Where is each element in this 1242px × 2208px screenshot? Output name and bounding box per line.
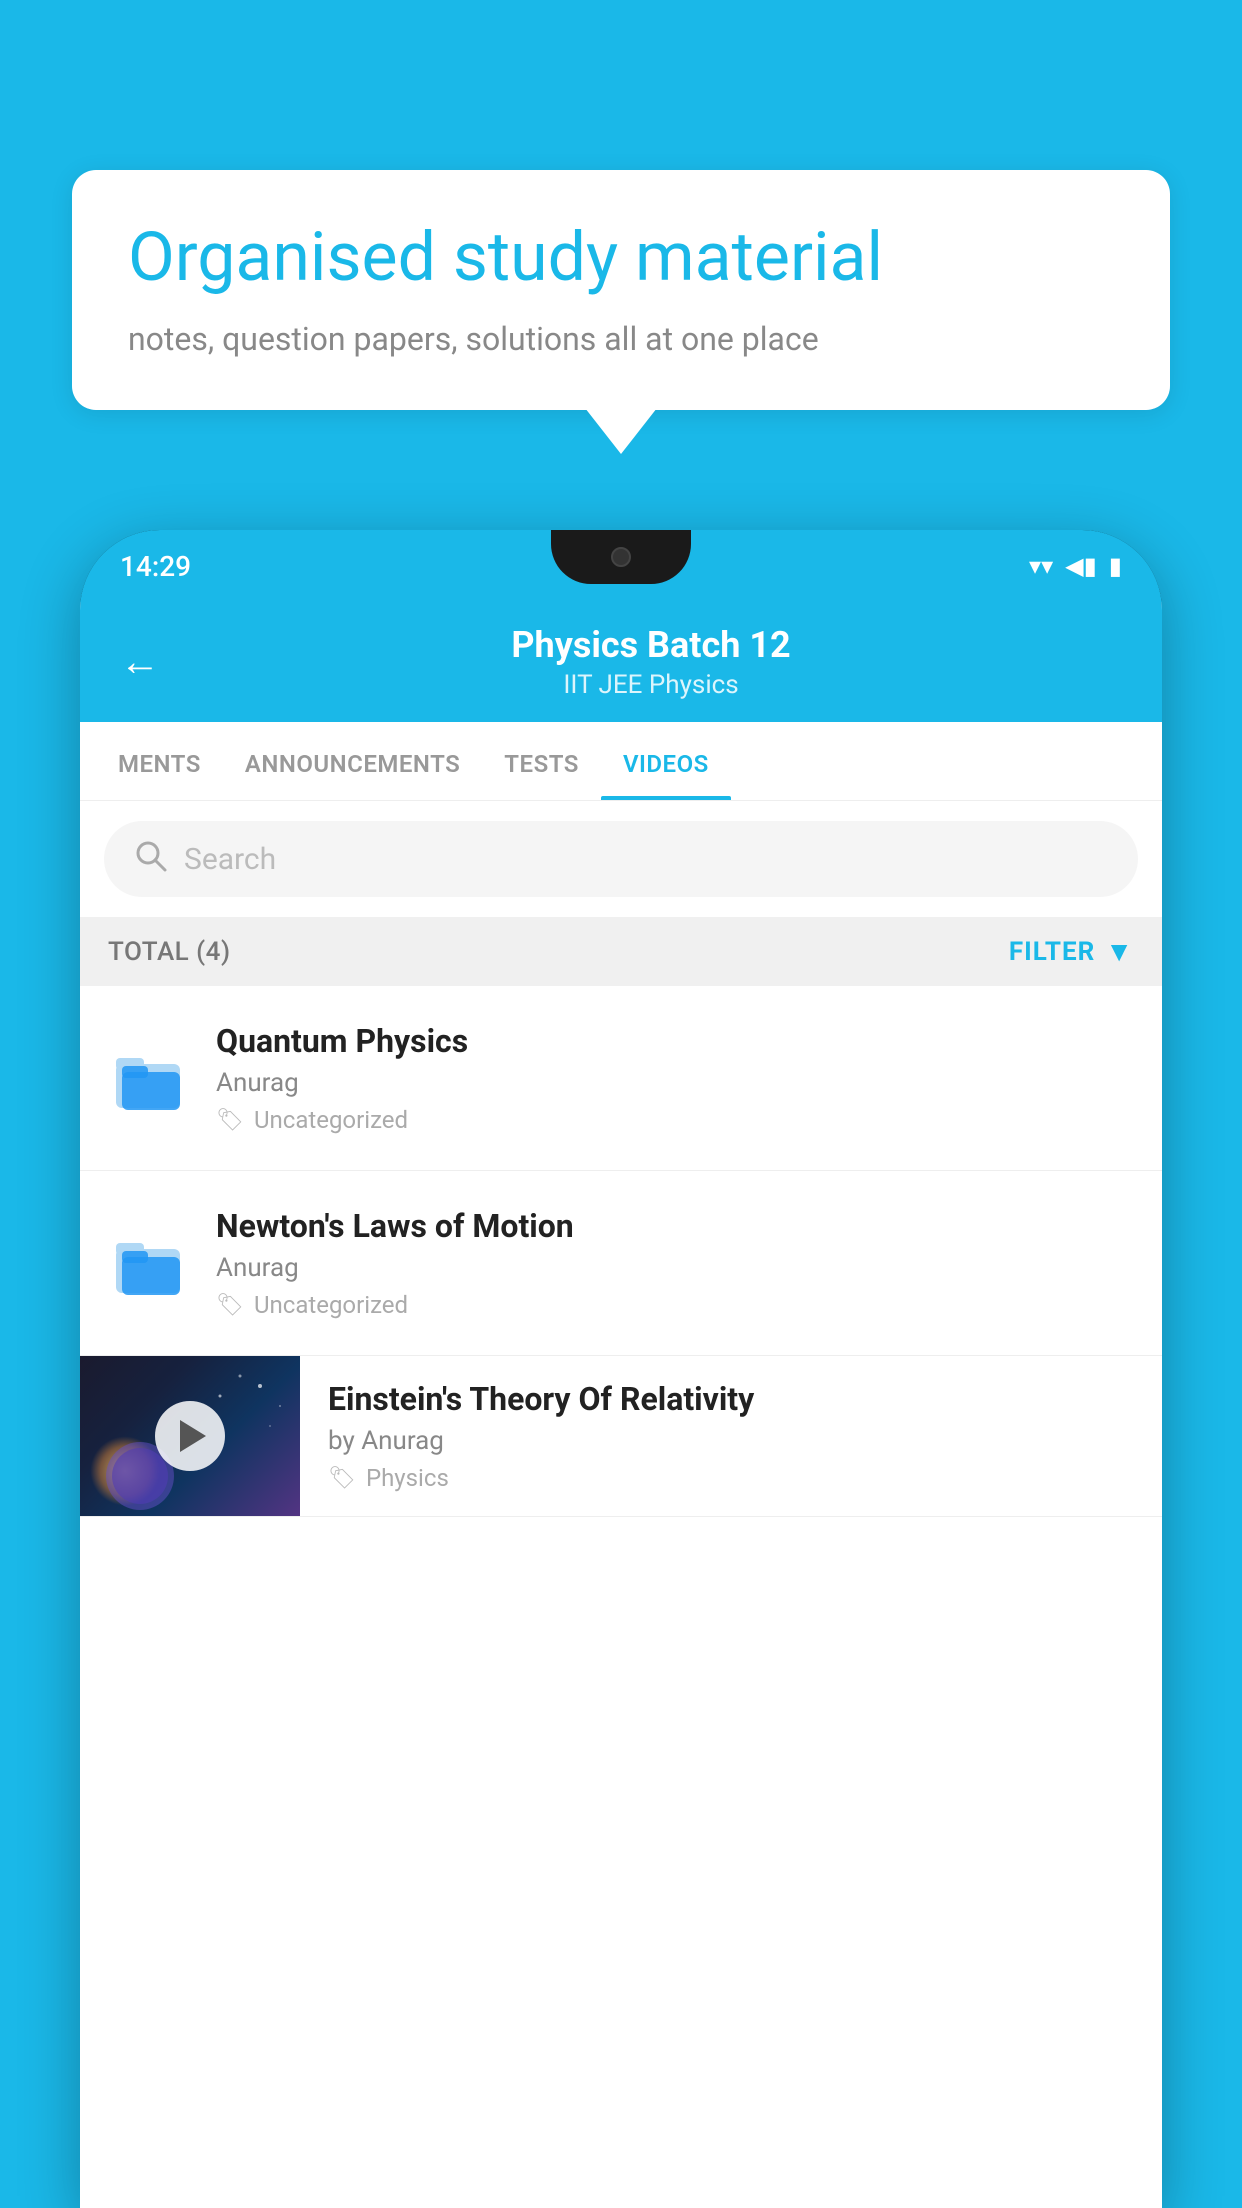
item-title: Quantum Physics bbox=[216, 1022, 1134, 1060]
item-tag: 🏷 Uncategorized bbox=[216, 1106, 1134, 1134]
battery-icon: ▮ bbox=[1109, 552, 1122, 580]
tag-icon: 🏷 bbox=[216, 1293, 244, 1318]
folder-icon bbox=[108, 1218, 188, 1308]
tab-ments[interactable]: MENTS bbox=[96, 722, 223, 800]
status-time: 14:29 bbox=[120, 550, 191, 583]
tab-bar: MENTS ANNOUNCEMENTS TESTS VIDEOS bbox=[80, 722, 1162, 801]
signal-icon: ◀▮ bbox=[1065, 552, 1097, 580]
tag-icon: 🏷 bbox=[216, 1108, 244, 1133]
app-header: ← Physics Batch 12 IIT JEE Physics bbox=[80, 602, 1162, 722]
tab-tests[interactable]: TESTS bbox=[482, 722, 601, 800]
video-tag: 🏷 Physics bbox=[328, 1464, 1134, 1492]
wifi-icon: ▾▾ bbox=[1029, 552, 1053, 580]
search-icon bbox=[134, 839, 168, 879]
phone-screen: ← Physics Batch 12 IIT JEE Physics MENTS… bbox=[80, 602, 1162, 2208]
folder-icon bbox=[108, 1033, 188, 1123]
list-item[interactable]: Quantum Physics Anurag 🏷 Uncategorized bbox=[80, 986, 1162, 1171]
video-list-item[interactable]: Einstein's Theory Of Relativity by Anura… bbox=[80, 1356, 1162, 1517]
phone-notch bbox=[551, 530, 691, 584]
item-tag: 🏷 Uncategorized bbox=[216, 1291, 1134, 1319]
camera-icon bbox=[611, 547, 631, 567]
item-content: Newton's Laws of Motion Anurag 🏷 Uncateg… bbox=[216, 1207, 1134, 1319]
search-box[interactable]: Search bbox=[104, 821, 1138, 897]
header-center: Physics Batch 12 IIT JEE Physics bbox=[180, 624, 1122, 700]
video-author: by Anurag bbox=[328, 1426, 1134, 1456]
status-icons: ▾▾ ◀▮ ▮ bbox=[1029, 552, 1122, 580]
item-content: Quantum Physics Anurag 🏷 Uncategorized bbox=[216, 1022, 1134, 1134]
play-button[interactable] bbox=[155, 1401, 225, 1471]
phone-frame: 14:29 ▾▾ ◀▮ ▮ ← Physics Batch 12 IIT JEE… bbox=[80, 530, 1162, 2208]
filter-bar: TOTAL (4) FILTER ▼ bbox=[80, 917, 1162, 986]
tab-announcements[interactable]: ANNOUNCEMENTS bbox=[223, 722, 482, 800]
back-button[interactable]: ← bbox=[120, 642, 160, 682]
filter-button[interactable]: FILTER ▼ bbox=[1009, 935, 1134, 968]
total-count: TOTAL (4) bbox=[108, 937, 231, 967]
item-author: Anurag bbox=[216, 1068, 1134, 1098]
item-author: Anurag bbox=[216, 1253, 1134, 1283]
search-input[interactable]: Search bbox=[184, 842, 276, 877]
header-subtitle: IIT JEE Physics bbox=[180, 670, 1122, 700]
speech-bubble: Organised study material notes, question… bbox=[72, 170, 1170, 410]
bubble-title: Organised study material bbox=[128, 218, 1114, 296]
tag-icon: 🏷 bbox=[328, 1466, 356, 1491]
video-content: Einstein's Theory Of Relativity by Anura… bbox=[328, 1356, 1134, 1516]
bubble-subtitle: notes, question papers, solutions all at… bbox=[128, 320, 1114, 358]
play-icon bbox=[180, 1420, 206, 1452]
video-title: Einstein's Theory Of Relativity bbox=[328, 1380, 1134, 1418]
list-item[interactable]: Newton's Laws of Motion Anurag 🏷 Uncateg… bbox=[80, 1171, 1162, 1356]
tab-videos[interactable]: VIDEOS bbox=[601, 722, 731, 800]
filter-icon: ▼ bbox=[1105, 935, 1134, 968]
video-thumbnail bbox=[80, 1356, 300, 1516]
search-container: Search bbox=[80, 801, 1162, 917]
status-bar: 14:29 ▾▾ ◀▮ ▮ bbox=[80, 530, 1162, 602]
header-title: Physics Batch 12 bbox=[180, 624, 1122, 666]
item-title: Newton's Laws of Motion bbox=[216, 1207, 1134, 1245]
